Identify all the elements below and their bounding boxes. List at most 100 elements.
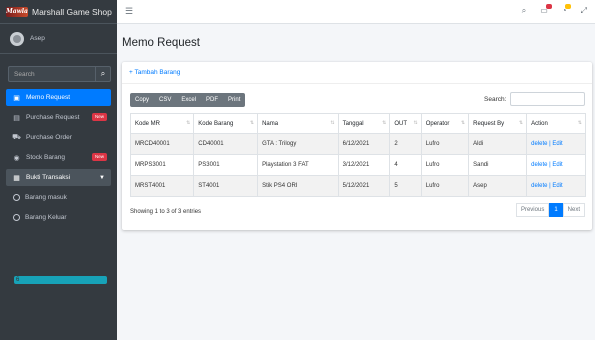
sidebar-item-label: Memo Request xyxy=(26,94,71,101)
table-cell: 2 xyxy=(389,133,422,155)
action-links[interactable]: delete | Edit xyxy=(526,154,586,176)
chat-icon[interactable]: ▭ xyxy=(540,4,552,16)
action-links[interactable]: delete | Edit xyxy=(526,133,586,155)
card-header: + Tambah Barang xyxy=(122,62,592,84)
table-header-row: Kode MR ⇅ Kode Barang ⇅ Nama ⇅ Tanggal ⇅ OUT… xyxy=(129,113,586,134)
clipboard-icon: ▤ xyxy=(13,114,20,122)
table-cell: MRST4001 xyxy=(129,175,195,197)
action-links[interactable]: delete | Edit xyxy=(526,175,586,197)
table-cell: 4 xyxy=(389,154,422,176)
sidebar-item-label: Purchase Request xyxy=(26,114,80,121)
count-badge: 6 xyxy=(14,276,107,284)
menu-toggle-icon[interactable]: ☰ xyxy=(125,6,133,17)
user-panel[interactable]: Asep xyxy=(0,24,117,54)
sort-icon: ⇅ xyxy=(249,120,255,126)
print-button[interactable]: Print xyxy=(223,93,245,107)
page-1-button[interactable]: 1 xyxy=(549,203,563,217)
sidebar-item-stock-barang[interactable]: ◉ Stock Barang New xyxy=(6,149,111,166)
sidebar-item-label: Bukti Transaksi xyxy=(26,174,71,181)
excel-button[interactable]: Excel xyxy=(176,93,201,107)
copy-button[interactable]: Copy xyxy=(130,93,154,107)
sidebar-item-bukti-transaksi[interactable]: ▦ Bukti Transaksi ▼ xyxy=(6,169,111,186)
table-cell: CD40001 xyxy=(193,133,259,155)
sort-icon: ⇅ xyxy=(186,120,191,126)
notification-dot xyxy=(545,4,552,9)
table-cell: 5/12/2021 xyxy=(337,175,391,197)
pdf-button[interactable]: PDF xyxy=(201,93,223,107)
table-row: MRST4001 ST4001 Stik PS4 ORI 5/12/2021 5… xyxy=(129,175,586,197)
search-icon[interactable]: ⌕ xyxy=(95,66,111,82)
chevron-down-icon: ▼ xyxy=(99,174,105,181)
table-row: MRCD40001 CD40001 GTA : Trilogy 6/12/202… xyxy=(129,133,586,155)
column-header[interactable]: Request By ⇅ xyxy=(468,113,528,134)
brand[interactable]: Mawla Marshall Game Shop xyxy=(0,0,117,24)
sort-icon: ⇅ xyxy=(330,120,335,126)
sidebar-item-label: Barang masuk xyxy=(25,194,67,201)
bell-icon[interactable]: ◔ xyxy=(562,4,571,16)
sidebar-search-input[interactable]: Search xyxy=(8,66,95,82)
sidebar-item-label: Stock Barang xyxy=(26,154,66,161)
add-item-link[interactable]: + Tambah Barang xyxy=(129,69,180,76)
fullscreen-icon[interactable]: ⤢ xyxy=(581,6,587,16)
sidebar-item-memo-request[interactable]: ▣ Memo Request xyxy=(6,89,111,106)
table-cell: Lufro xyxy=(420,133,470,155)
sidebar-search: Search ⌕ xyxy=(8,66,111,82)
table-cell: GTA : Trilogy xyxy=(257,133,339,155)
column-header[interactable]: Action ⇅ xyxy=(526,113,586,134)
export-buttons: Copy CSV Excel PDF Print xyxy=(130,93,246,107)
truck-icon: ⛟ xyxy=(12,134,21,141)
sort-icon: ⇅ xyxy=(577,120,582,126)
brand-logo: Mawla xyxy=(6,6,28,17)
notification-dot xyxy=(564,4,571,9)
table-cell: Asep xyxy=(468,175,528,197)
table-cell: Playstation 3 FAT xyxy=(257,154,339,176)
table-cell: 6/12/2021 xyxy=(337,133,391,155)
table-cell: ST4001 xyxy=(193,175,259,197)
column-header[interactable]: Nama ⇅ xyxy=(257,113,339,134)
circle-icon xyxy=(13,214,20,221)
sidebar-item-purchase-order[interactable]: ⛟ Purchase Order 6 xyxy=(6,129,111,284)
memo-card: + Tambah Barang Copy CSV Excel PDF Print… xyxy=(122,62,592,230)
sort-icon: ⇅ xyxy=(382,120,387,126)
sidebar-item-purchase-request[interactable]: ▤ Purchase Request New xyxy=(6,109,111,126)
table-cell: Lufro xyxy=(420,154,470,176)
column-header[interactable]: OUT ⇅ xyxy=(389,113,422,134)
box-icon: ▣ xyxy=(13,94,20,102)
column-header[interactable]: Operator ⇅ xyxy=(420,113,470,134)
memo-table: Kode MR ⇅ Kode Barang ⇅ Nama ⇅ Tanggal ⇅ OUT… xyxy=(129,113,586,197)
gamepad-icon: ◉ xyxy=(13,154,20,162)
user-name: Asep xyxy=(30,35,45,42)
sort-icon: ⇅ xyxy=(518,120,524,126)
table-cell: Aldi xyxy=(468,133,528,155)
table-icon: ▦ xyxy=(13,174,20,182)
table-cell: Sandi xyxy=(468,154,528,176)
new-badge: New xyxy=(91,113,107,121)
table-cell: Lufro xyxy=(420,175,470,197)
table-search-input[interactable] xyxy=(510,92,585,106)
prev-button[interactable]: Previous xyxy=(515,203,550,217)
sidebar: Mawla Marshall Game Shop Asep Search ⌕ ▣… xyxy=(0,0,117,340)
new-badge: New xyxy=(91,153,107,161)
sidebar-item-label: Barang Keluar xyxy=(25,214,67,221)
avatar xyxy=(10,31,24,46)
table-cell: MRPS3001 xyxy=(129,154,195,176)
sidebar-item-label: Purchase Order xyxy=(26,134,72,141)
next-button[interactable]: Next xyxy=(562,203,585,217)
column-header[interactable]: Kode MR ⇅ xyxy=(129,113,195,134)
brand-title: Marshall Game Shop xyxy=(32,6,112,17)
table-cell: 5 xyxy=(389,175,422,197)
top-icons: ⌕ ▭ ◔ ⤢ xyxy=(522,4,587,16)
page-title: Memo Request xyxy=(122,37,200,49)
column-header[interactable]: Tanggal ⇅ xyxy=(337,113,391,134)
circle-icon xyxy=(13,194,20,201)
search-icon[interactable]: ⌕ xyxy=(522,6,526,16)
sidebar-item-barang-keluar[interactable]: Barang Keluar xyxy=(6,209,111,226)
column-header[interactable]: Kode Barang ⇅ xyxy=(193,113,259,134)
table-cell: MRCD40001 xyxy=(129,133,195,155)
table-cell: Stik PS4 ORI xyxy=(257,175,339,197)
sort-icon: ⇅ xyxy=(413,120,418,126)
sidebar-item-barang-masuk[interactable]: Barang masuk xyxy=(6,189,111,206)
table-cell: 3/12/2021 xyxy=(337,154,391,176)
pagination: Previous 1 Next xyxy=(515,203,585,217)
csv-button[interactable]: CSV xyxy=(154,93,176,107)
